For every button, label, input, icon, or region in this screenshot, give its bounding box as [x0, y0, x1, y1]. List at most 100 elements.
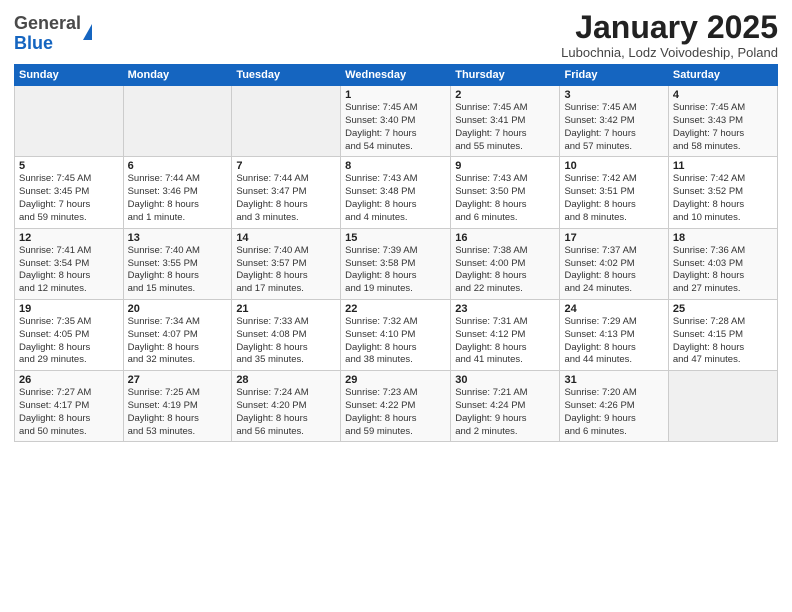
day-info: Sunrise: 7:27 AM Sunset: 4:17 PM Dayligh… [19, 387, 119, 438]
logo-blue: Blue [14, 33, 53, 53]
header-saturday: Saturday [668, 65, 777, 86]
calendar-cell: 23Sunrise: 7:31 AM Sunset: 4:12 PM Dayli… [451, 299, 560, 370]
day-info: Sunrise: 7:45 AM Sunset: 3:40 PM Dayligh… [345, 102, 446, 153]
calendar-cell: 26Sunrise: 7:27 AM Sunset: 4:17 PM Dayli… [15, 371, 124, 442]
day-number: 13 [128, 232, 228, 244]
subtitle: Lubochnia, Lodz Voivodeship, Poland [561, 45, 778, 60]
calendar-cell: 5Sunrise: 7:45 AM Sunset: 3:45 PM Daylig… [15, 157, 124, 228]
calendar-cell [123, 86, 232, 157]
calendar-cell: 31Sunrise: 7:20 AM Sunset: 4:26 PM Dayli… [560, 371, 668, 442]
calendar-cell: 27Sunrise: 7:25 AM Sunset: 4:19 PM Dayli… [123, 371, 232, 442]
calendar-cell: 30Sunrise: 7:21 AM Sunset: 4:24 PM Dayli… [451, 371, 560, 442]
calendar-cell: 9Sunrise: 7:43 AM Sunset: 3:50 PM Daylig… [451, 157, 560, 228]
calendar-cell: 1Sunrise: 7:45 AM Sunset: 3:40 PM Daylig… [341, 86, 451, 157]
calendar-cell: 4Sunrise: 7:45 AM Sunset: 3:43 PM Daylig… [668, 86, 777, 157]
day-info: Sunrise: 7:41 AM Sunset: 3:54 PM Dayligh… [19, 245, 119, 296]
header-thursday: Thursday [451, 65, 560, 86]
day-info: Sunrise: 7:20 AM Sunset: 4:26 PM Dayligh… [564, 387, 663, 438]
day-number: 14 [236, 232, 336, 244]
calendar-week-2: 5Sunrise: 7:45 AM Sunset: 3:45 PM Daylig… [15, 157, 778, 228]
page-container: General Blue January 2025 Lubochnia, Lod… [0, 0, 792, 448]
day-info: Sunrise: 7:42 AM Sunset: 3:52 PM Dayligh… [673, 173, 773, 224]
day-number: 30 [455, 374, 555, 386]
day-info: Sunrise: 7:39 AM Sunset: 3:58 PM Dayligh… [345, 245, 446, 296]
calendar-cell: 15Sunrise: 7:39 AM Sunset: 3:58 PM Dayli… [341, 228, 451, 299]
calendar-week-3: 12Sunrise: 7:41 AM Sunset: 3:54 PM Dayli… [15, 228, 778, 299]
day-number: 22 [345, 303, 446, 315]
day-number: 16 [455, 232, 555, 244]
calendar-cell: 18Sunrise: 7:36 AM Sunset: 4:03 PM Dayli… [668, 228, 777, 299]
day-number: 9 [455, 160, 555, 172]
day-info: Sunrise: 7:45 AM Sunset: 3:42 PM Dayligh… [564, 102, 663, 153]
calendar-cell: 8Sunrise: 7:43 AM Sunset: 3:48 PM Daylig… [341, 157, 451, 228]
day-number: 18 [673, 232, 773, 244]
day-number: 26 [19, 374, 119, 386]
day-info: Sunrise: 7:40 AM Sunset: 3:57 PM Dayligh… [236, 245, 336, 296]
calendar-cell: 21Sunrise: 7:33 AM Sunset: 4:08 PM Dayli… [232, 299, 341, 370]
calendar: Sunday Monday Tuesday Wednesday Thursday… [14, 64, 778, 442]
day-info: Sunrise: 7:21 AM Sunset: 4:24 PM Dayligh… [455, 387, 555, 438]
logo-general: General [14, 13, 81, 33]
day-number: 19 [19, 303, 119, 315]
day-info: Sunrise: 7:34 AM Sunset: 4:07 PM Dayligh… [128, 316, 228, 367]
calendar-cell [232, 86, 341, 157]
calendar-cell: 7Sunrise: 7:44 AM Sunset: 3:47 PM Daylig… [232, 157, 341, 228]
day-info: Sunrise: 7:43 AM Sunset: 3:50 PM Dayligh… [455, 173, 555, 224]
day-number: 24 [564, 303, 663, 315]
header-tuesday: Tuesday [232, 65, 341, 86]
header-sunday: Sunday [15, 65, 124, 86]
day-number: 2 [455, 89, 555, 101]
day-info: Sunrise: 7:28 AM Sunset: 4:15 PM Dayligh… [673, 316, 773, 367]
day-number: 11 [673, 160, 773, 172]
day-info: Sunrise: 7:40 AM Sunset: 3:55 PM Dayligh… [128, 245, 228, 296]
day-info: Sunrise: 7:33 AM Sunset: 4:08 PM Dayligh… [236, 316, 336, 367]
logo: General Blue [14, 14, 92, 54]
day-number: 27 [128, 374, 228, 386]
day-info: Sunrise: 7:23 AM Sunset: 4:22 PM Dayligh… [345, 387, 446, 438]
day-number: 12 [19, 232, 119, 244]
calendar-cell: 19Sunrise: 7:35 AM Sunset: 4:05 PM Dayli… [15, 299, 124, 370]
day-number: 21 [236, 303, 336, 315]
day-info: Sunrise: 7:45 AM Sunset: 3:45 PM Dayligh… [19, 173, 119, 224]
calendar-cell: 22Sunrise: 7:32 AM Sunset: 4:10 PM Dayli… [341, 299, 451, 370]
day-info: Sunrise: 7:44 AM Sunset: 3:46 PM Dayligh… [128, 173, 228, 224]
day-number: 29 [345, 374, 446, 386]
calendar-cell: 2Sunrise: 7:45 AM Sunset: 3:41 PM Daylig… [451, 86, 560, 157]
calendar-cell: 25Sunrise: 7:28 AM Sunset: 4:15 PM Dayli… [668, 299, 777, 370]
day-number: 5 [19, 160, 119, 172]
day-info: Sunrise: 7:36 AM Sunset: 4:03 PM Dayligh… [673, 245, 773, 296]
day-info: Sunrise: 7:32 AM Sunset: 4:10 PM Dayligh… [345, 316, 446, 367]
day-info: Sunrise: 7:29 AM Sunset: 4:13 PM Dayligh… [564, 316, 663, 367]
calendar-week-1: 1Sunrise: 7:45 AM Sunset: 3:40 PM Daylig… [15, 86, 778, 157]
calendar-cell: 14Sunrise: 7:40 AM Sunset: 3:57 PM Dayli… [232, 228, 341, 299]
weekday-header-row: Sunday Monday Tuesday Wednesday Thursday… [15, 65, 778, 86]
day-number: 28 [236, 374, 336, 386]
day-info: Sunrise: 7:24 AM Sunset: 4:20 PM Dayligh… [236, 387, 336, 438]
calendar-cell: 17Sunrise: 7:37 AM Sunset: 4:02 PM Dayli… [560, 228, 668, 299]
header-wednesday: Wednesday [341, 65, 451, 86]
calendar-cell: 29Sunrise: 7:23 AM Sunset: 4:22 PM Dayli… [341, 371, 451, 442]
day-number: 6 [128, 160, 228, 172]
calendar-week-5: 26Sunrise: 7:27 AM Sunset: 4:17 PM Dayli… [15, 371, 778, 442]
calendar-cell: 13Sunrise: 7:40 AM Sunset: 3:55 PM Dayli… [123, 228, 232, 299]
calendar-cell: 10Sunrise: 7:42 AM Sunset: 3:51 PM Dayli… [560, 157, 668, 228]
day-number: 10 [564, 160, 663, 172]
calendar-cell: 3Sunrise: 7:45 AM Sunset: 3:42 PM Daylig… [560, 86, 668, 157]
day-number: 1 [345, 89, 446, 101]
header-monday: Monday [123, 65, 232, 86]
day-info: Sunrise: 7:43 AM Sunset: 3:48 PM Dayligh… [345, 173, 446, 224]
calendar-cell [15, 86, 124, 157]
day-number: 15 [345, 232, 446, 244]
calendar-cell [668, 371, 777, 442]
day-info: Sunrise: 7:35 AM Sunset: 4:05 PM Dayligh… [19, 316, 119, 367]
day-info: Sunrise: 7:38 AM Sunset: 4:00 PM Dayligh… [455, 245, 555, 296]
header: General Blue January 2025 Lubochnia, Lod… [14, 10, 778, 60]
day-info: Sunrise: 7:25 AM Sunset: 4:19 PM Dayligh… [128, 387, 228, 438]
day-number: 8 [345, 160, 446, 172]
day-number: 23 [455, 303, 555, 315]
calendar-cell: 24Sunrise: 7:29 AM Sunset: 4:13 PM Dayli… [560, 299, 668, 370]
day-info: Sunrise: 7:42 AM Sunset: 3:51 PM Dayligh… [564, 173, 663, 224]
day-number: 25 [673, 303, 773, 315]
day-info: Sunrise: 7:44 AM Sunset: 3:47 PM Dayligh… [236, 173, 336, 224]
day-number: 4 [673, 89, 773, 101]
